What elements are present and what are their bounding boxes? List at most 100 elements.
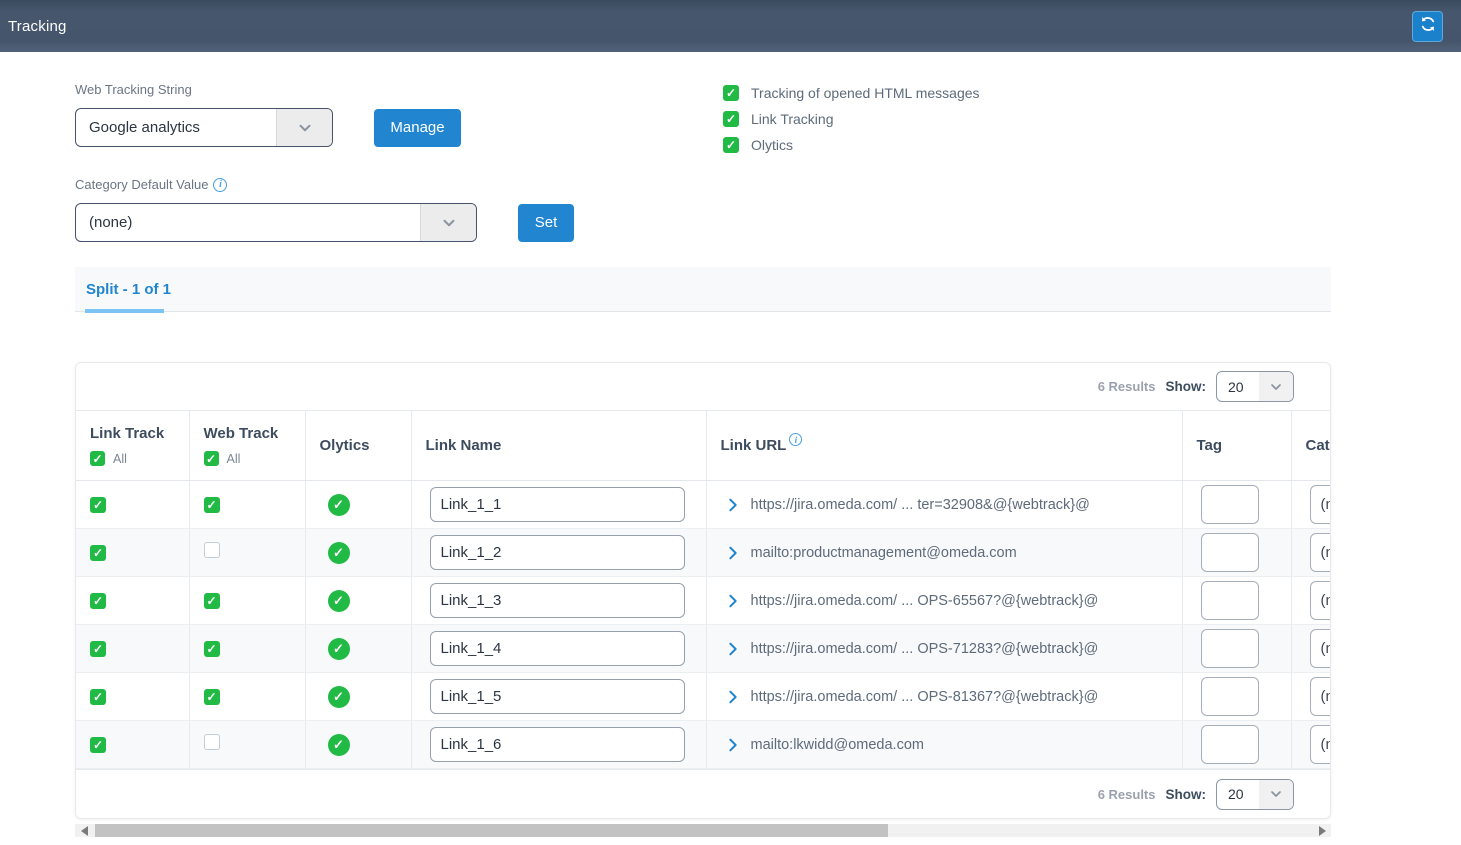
- chevron-down-icon: [1259, 372, 1293, 401]
- tab-bar: Split - 1 of 1: [75, 267, 1331, 312]
- link-track-checkbox[interactable]: [90, 689, 106, 705]
- refresh-icon: [1419, 15, 1437, 38]
- col-link-name: Link Name: [411, 411, 706, 481]
- olytics-label: Olytics: [751, 137, 793, 153]
- link-tracking-checkbox[interactable]: [723, 111, 739, 127]
- category-default-select-value: (none): [76, 214, 132, 231]
- table-toolbar: 6 Results Show: 20: [76, 363, 1330, 410]
- link-name-input[interactable]: [430, 535, 685, 570]
- category-select-value: (none): [1311, 544, 1332, 561]
- info-icon[interactable]: i: [789, 433, 802, 446]
- horizontal-scrollbar[interactable]: [75, 824, 1331, 837]
- category-select[interactable]: (none): [1310, 629, 1332, 668]
- col-web-track: Web Track All: [189, 411, 305, 481]
- opened-html-checkbox[interactable]: [723, 85, 739, 101]
- chevron-right-icon[interactable]: [725, 737, 741, 753]
- tag-input[interactable]: [1201, 677, 1259, 716]
- scrollbar-thumb[interactable]: [95, 824, 888, 837]
- link-url-text: mailto:lkwidd@omeda.com: [751, 737, 924, 753]
- category-default-select[interactable]: (none): [75, 203, 477, 242]
- category-select[interactable]: (none): [1310, 677, 1332, 716]
- page-title: Tracking: [0, 18, 67, 35]
- tracking-options-group: Tracking of opened HTML messages Link Tr…: [723, 85, 980, 153]
- category-select-value: (none): [1311, 736, 1332, 753]
- chevron-right-icon[interactable]: [725, 545, 741, 561]
- scroll-left-arrow[interactable]: [77, 824, 91, 837]
- web-track-header-label: Web Track: [204, 425, 305, 442]
- table-row: https://jira.omeda.com/ ... OPS-81367?@{…: [76, 673, 1331, 721]
- tab-split[interactable]: Split - 1 of 1: [75, 267, 182, 311]
- table-row: https://jira.omeda.com/ ... ter=32908&@{…: [76, 481, 1331, 529]
- olytics-check-icon: [328, 542, 350, 564]
- col-link-url: Link URL i: [706, 411, 1182, 481]
- olytics-check-icon: [328, 590, 350, 612]
- tag-input[interactable]: [1201, 485, 1259, 524]
- manage-button[interactable]: Manage: [374, 109, 461, 147]
- option-opened-html: Tracking of opened HTML messages: [723, 85, 980, 101]
- web-tracking-select-value: Google analytics: [76, 119, 200, 136]
- web-track-checkbox[interactable]: [204, 734, 220, 750]
- option-olytics: Olytics: [723, 137, 980, 153]
- links-table: Link Track All Web Track All: [76, 410, 1331, 769]
- link-track-checkbox[interactable]: [90, 593, 106, 609]
- chevron-right-icon[interactable]: [725, 593, 741, 609]
- tag-input[interactable]: [1201, 629, 1259, 668]
- set-button[interactable]: Set: [518, 204, 574, 242]
- web-track-checkbox[interactable]: [204, 689, 220, 705]
- web-tracking-select[interactable]: Google analytics: [75, 108, 333, 147]
- table-header-row: Link Track All Web Track All: [76, 411, 1331, 481]
- page-size-select[interactable]: 20: [1216, 371, 1294, 402]
- link-track-checkbox[interactable]: [90, 641, 106, 657]
- chevron-right-icon[interactable]: [725, 497, 741, 513]
- link-name-input[interactable]: [430, 487, 685, 522]
- link-url-text: https://jira.omeda.com/ ... OPS-65567?@{…: [751, 593, 1099, 609]
- chevron-down-icon: [420, 204, 476, 241]
- chevron-right-icon[interactable]: [725, 689, 741, 705]
- link-url-text: mailto:productmanagement@omeda.com: [751, 545, 1017, 561]
- col-olytics: Olytics: [305, 411, 411, 481]
- link-name-input[interactable]: [430, 679, 685, 714]
- olytics-check-icon: [328, 494, 350, 516]
- link-name-input[interactable]: [430, 583, 685, 618]
- chevron-right-icon[interactable]: [725, 641, 741, 657]
- chevron-down-icon: [1259, 780, 1293, 809]
- category-default-label: Category Default Value: [75, 177, 208, 192]
- web-track-all-checkbox[interactable]: [204, 451, 219, 466]
- link-track-checkbox[interactable]: [90, 737, 106, 753]
- table-row: mailto:productmanagement@omeda.com (none…: [76, 529, 1331, 577]
- page-size-value: 20: [1217, 786, 1244, 802]
- olytics-check-icon: [328, 734, 350, 756]
- opened-html-label: Tracking of opened HTML messages: [751, 85, 980, 101]
- link-name-input[interactable]: [430, 631, 685, 666]
- web-track-checkbox[interactable]: [204, 641, 220, 657]
- web-track-checkbox[interactable]: [204, 542, 220, 558]
- link-track-checkbox[interactable]: [90, 545, 106, 561]
- link-url-header-label: Link URL: [721, 437, 787, 454]
- link-track-checkbox[interactable]: [90, 497, 106, 513]
- controls-section: Web Tracking String Google analytics Man…: [0, 52, 1461, 242]
- web-track-checkbox[interactable]: [204, 593, 220, 609]
- link-track-all-checkbox[interactable]: [90, 451, 105, 466]
- web-track-checkbox[interactable]: [204, 497, 220, 513]
- category-select[interactable]: (none): [1310, 581, 1332, 620]
- link-name-input[interactable]: [430, 727, 685, 762]
- tag-input[interactable]: [1201, 725, 1259, 764]
- info-icon[interactable]: i: [213, 178, 227, 192]
- olytics-check-icon: [328, 638, 350, 660]
- scroll-right-arrow[interactable]: [1315, 824, 1329, 837]
- tag-input[interactable]: [1201, 533, 1259, 572]
- col-link-track: Link Track All: [76, 411, 189, 481]
- category-select[interactable]: (none): [1310, 725, 1332, 764]
- category-select[interactable]: (none): [1310, 533, 1332, 572]
- category-select[interactable]: (none): [1310, 485, 1332, 524]
- link-url-text: https://jira.omeda.com/ ... OPS-71283?@{…: [751, 641, 1099, 657]
- all-label: All: [227, 452, 241, 466]
- page-size-select-footer[interactable]: 20: [1216, 779, 1294, 810]
- results-count: 6 Results: [1098, 379, 1156, 394]
- table-row: https://jira.omeda.com/ ... OPS-71283?@{…: [76, 625, 1331, 673]
- refresh-button[interactable]: [1412, 11, 1443, 42]
- olytics-check-icon: [328, 686, 350, 708]
- olytics-checkbox[interactable]: [723, 137, 739, 153]
- category-select-value: (none): [1311, 688, 1332, 705]
- tag-input[interactable]: [1201, 581, 1259, 620]
